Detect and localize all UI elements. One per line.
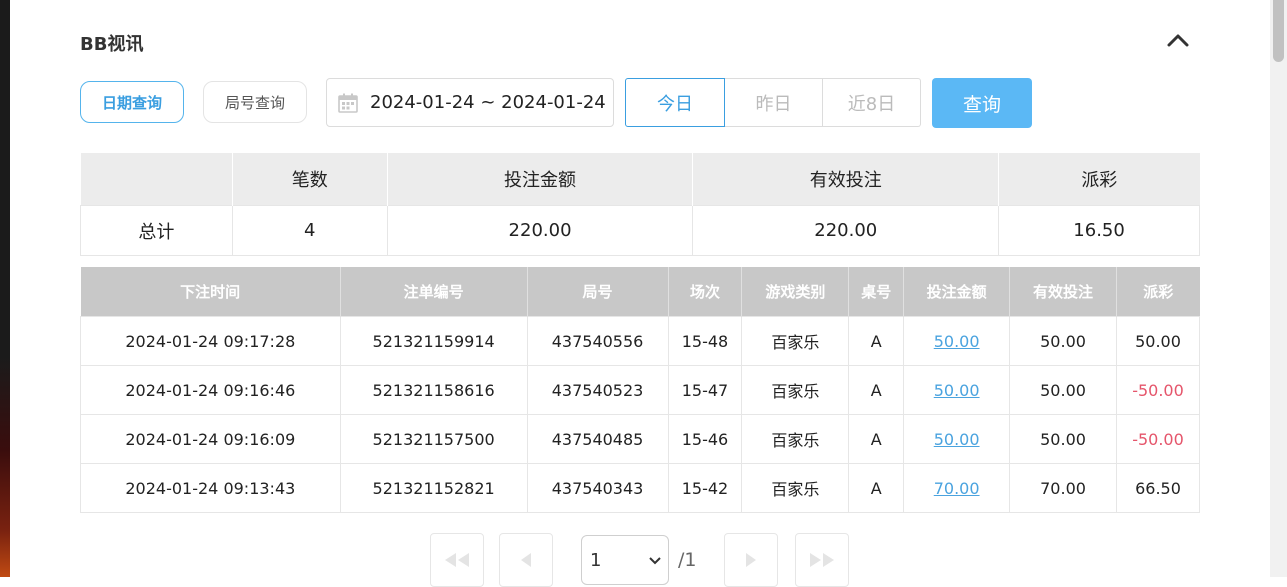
cell-game-type: 百家乐 xyxy=(741,463,850,513)
chevron-left-icon xyxy=(521,553,531,567)
cell-valid-bet: 70.00 xyxy=(1009,463,1117,513)
col-header-order-id: 注单编号 xyxy=(339,267,528,317)
cell-bet-time: 2024-01-24 09:16:09 xyxy=(80,414,341,464)
col-header-payout: 派彩 xyxy=(1115,267,1200,317)
cell-payout: 50.00 xyxy=(1115,316,1201,366)
double-chevron-right-icon xyxy=(810,553,834,567)
cell-round-id: 437540343 xyxy=(526,463,669,513)
cell-order-id: 521321159914 xyxy=(339,316,528,366)
quick-yesterday-button[interactable]: 昨日 xyxy=(725,78,823,127)
tab-date-query[interactable]: 日期查询 xyxy=(80,81,184,123)
summary-payout: 16.50 xyxy=(998,205,1200,256)
cell-bet-time: 2024-01-24 09:16:46 xyxy=(80,365,341,415)
col-header-session: 场次 xyxy=(667,267,742,317)
cell-payout: -50.00 xyxy=(1115,365,1201,415)
table-row: 2024-01-24 09:16:09 521321157500 4375404… xyxy=(80,414,1201,464)
tab-round-query[interactable]: 局号查询 xyxy=(203,81,307,123)
table-row: 2024-01-24 09:13:43 521321152821 4375403… xyxy=(80,463,1201,513)
summary-count: 4 xyxy=(231,205,388,256)
cell-game-type: 百家乐 xyxy=(741,365,850,415)
cell-order-id: 521321152821 xyxy=(339,463,528,513)
first-page-button[interactable] xyxy=(430,533,484,587)
cell-valid-bet: 50.00 xyxy=(1009,316,1117,366)
cell-payout: -50.00 xyxy=(1115,414,1201,464)
cell-session: 15-42 xyxy=(667,463,743,513)
prev-page-button[interactable] xyxy=(499,533,553,587)
cell-session: 15-47 xyxy=(667,365,743,415)
quick-8days-button[interactable]: 近8日 xyxy=(823,78,921,127)
cell-bet-time: 2024-01-24 09:13:43 xyxy=(80,463,341,513)
cell-round-id: 437540523 xyxy=(526,365,669,415)
summary-total-label: 总计 xyxy=(80,205,233,256)
page-select[interactable]: 1 xyxy=(581,535,669,585)
cell-table: A xyxy=(848,316,905,366)
vertical-scrollbar[interactable] xyxy=(1270,0,1287,577)
chevron-up-icon[interactable] xyxy=(1166,30,1190,50)
page-title: BB视讯 xyxy=(80,34,144,55)
summary-bet-amount: 220.00 xyxy=(386,205,694,256)
cell-session: 15-48 xyxy=(667,316,743,366)
table-row: 2024-01-24 09:16:46 521321158616 4375405… xyxy=(80,365,1201,415)
cell-valid-bet: 50.00 xyxy=(1009,414,1117,464)
next-page-button[interactable] xyxy=(724,533,778,587)
col-header-game-type: 游戏类别 xyxy=(741,267,849,317)
bet-amount-link[interactable]: 50.00 xyxy=(934,381,980,400)
cell-bet-amount: 70.00 xyxy=(903,463,1011,513)
summary-header-valid-bet: 有效投注 xyxy=(692,153,999,206)
col-header-bet-amount: 投注金额 xyxy=(903,267,1010,317)
cell-bet-amount: 50.00 xyxy=(903,365,1011,415)
col-header-table: 桌号 xyxy=(848,267,904,317)
summary-table: 笔数 投注金额 有效投注 派彩 总计 4 220.00 220.00 16.50 xyxy=(80,153,1200,256)
quick-today-button[interactable]: 今日 xyxy=(625,78,725,127)
col-header-bet-time: 下注时间 xyxy=(80,267,341,317)
chevron-right-icon xyxy=(746,553,756,567)
query-button[interactable]: 查询 xyxy=(932,78,1032,128)
table-row: 2024-01-24 09:17:28 521321159914 4375405… xyxy=(80,316,1201,366)
col-header-round-id: 局号 xyxy=(526,267,668,317)
cell-bet-amount: 50.00 xyxy=(903,316,1011,366)
cell-valid-bet: 50.00 xyxy=(1009,365,1117,415)
cell-table: A xyxy=(848,414,905,464)
cell-order-id: 521321158616 xyxy=(339,365,528,415)
cell-round-id: 437540556 xyxy=(526,316,669,366)
bet-amount-link[interactable]: 50.00 xyxy=(934,430,980,449)
summary-header-count: 笔数 xyxy=(231,153,388,206)
summary-header-blank xyxy=(80,153,233,206)
left-edge-panel xyxy=(0,0,10,577)
page-select-value: 1 xyxy=(590,549,602,571)
cell-payout: 66.50 xyxy=(1115,463,1201,513)
cell-session: 15-46 xyxy=(667,414,743,464)
cell-order-id: 521321157500 xyxy=(339,414,528,464)
cell-game-type: 百家乐 xyxy=(741,414,850,464)
records-table: 下注时间 注单编号 局号 场次 游戏类别 桌号 投注金额 有效投注 派彩 202… xyxy=(80,267,1201,513)
cell-game-type: 百家乐 xyxy=(741,316,850,366)
quick-date-group: 今日 昨日 近8日 xyxy=(625,78,921,127)
chevron-down-icon xyxy=(649,557,661,565)
scrollbar-thumb[interactable] xyxy=(1273,0,1284,62)
col-header-valid-bet: 有效投注 xyxy=(1009,267,1117,317)
cell-bet-amount: 50.00 xyxy=(903,414,1011,464)
cell-table: A xyxy=(848,463,905,513)
cell-table: A xyxy=(848,365,905,415)
page-total: /1 xyxy=(678,549,697,571)
double-chevron-left-icon xyxy=(445,553,469,567)
summary-valid-bet: 220.00 xyxy=(692,205,1000,256)
calendar-icon xyxy=(338,93,358,113)
last-page-button[interactable] xyxy=(795,533,849,587)
cell-round-id: 437540485 xyxy=(526,414,669,464)
cell-bet-time: 2024-01-24 09:17:28 xyxy=(80,316,341,366)
date-range-value: 2024-01-24 ~ 2024-01-24 xyxy=(370,92,606,113)
summary-header-payout: 派彩 xyxy=(998,153,1200,206)
bet-amount-link[interactable]: 70.00 xyxy=(934,479,980,498)
date-range-input[interactable]: 2024-01-24 ~ 2024-01-24 xyxy=(326,78,614,127)
bet-amount-link[interactable]: 50.00 xyxy=(934,332,980,351)
summary-header-bet-amount: 投注金额 xyxy=(386,153,693,206)
